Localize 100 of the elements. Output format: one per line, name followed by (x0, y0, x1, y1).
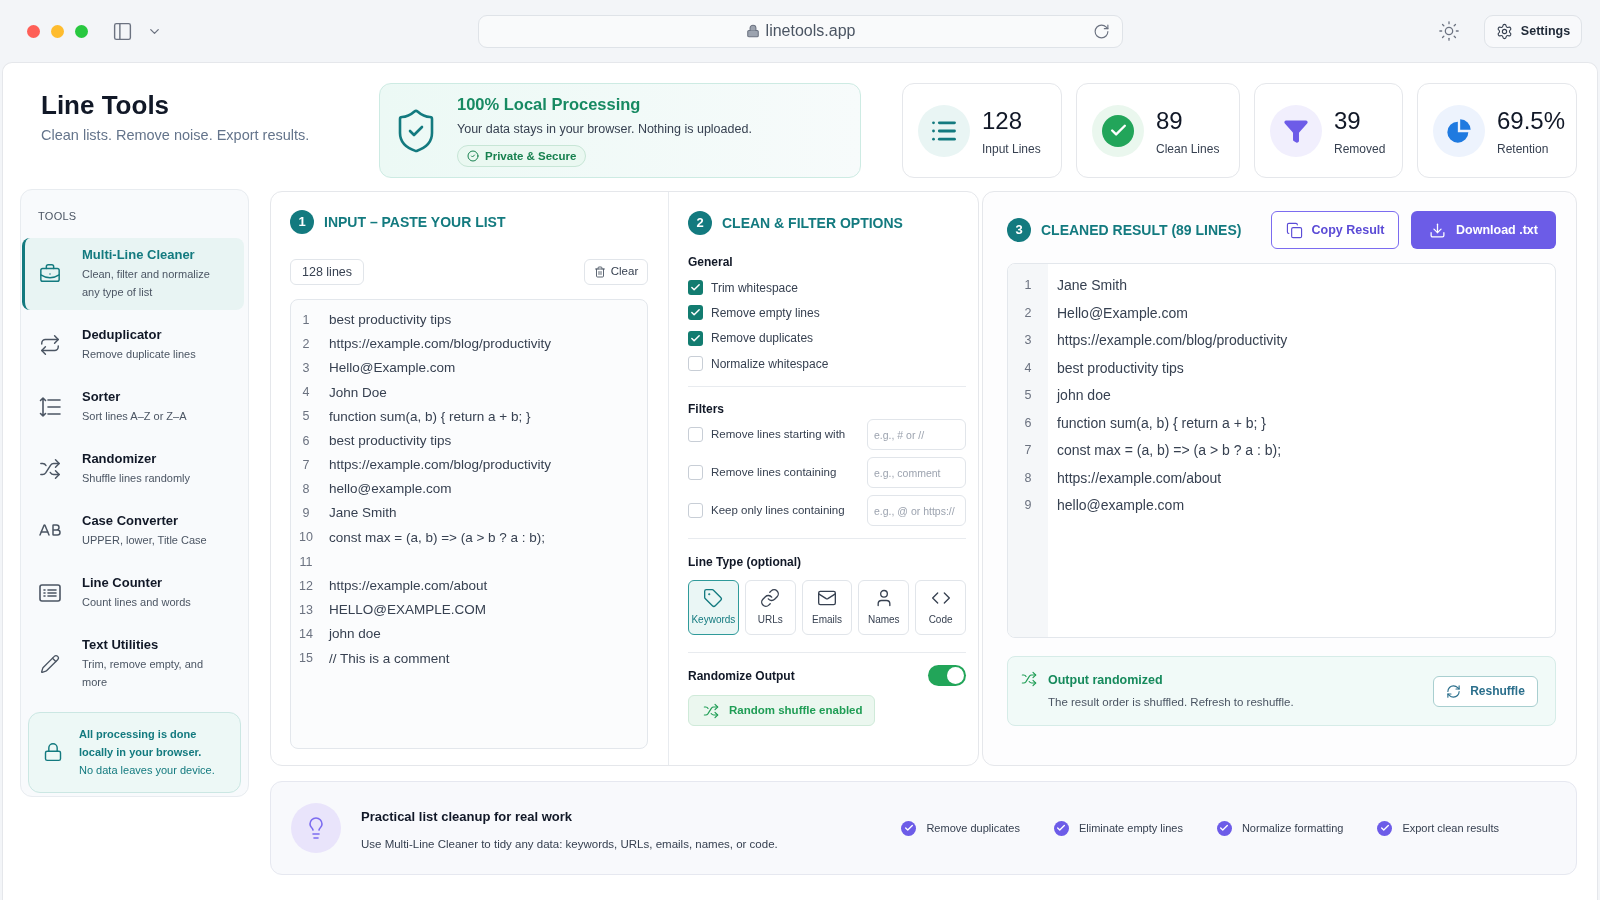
feature-text: Eliminate empty lines (1078, 820, 1183, 836)
section-heading: General (688, 254, 734, 271)
checkbox[interactable] (688, 465, 703, 481)
privacy-text: Your data stays in your browser. Nothing is uploaded. (457, 120, 752, 138)
line-number: 8 (1023, 469, 1033, 487)
stat-value: 128 (982, 106, 1024, 135)
step-number: 1 (290, 210, 314, 234)
sidebar-item[interactable]: Randomizer Shuffle lines randomly (22, 441, 244, 496)
tool-title: Line Counter (82, 574, 164, 591)
line-count: 128 lines (290, 259, 365, 285)
sidebar-item[interactable]: Multi-Line Cleaner Clean, filter and normalize any type of list (22, 237, 244, 310)
step-number: 3 (1007, 218, 1031, 242)
line-type-option[interactable]: Emails (801, 580, 853, 636)
check-icon (690, 332, 701, 344)
filter-input[interactable]: e.g., # or // (867, 419, 966, 451)
reshuffle-button[interactable]: Reshuffle (1433, 675, 1538, 707)
option-label: Normalize whitespace (711, 355, 829, 373)
privacy-title: 100% Local Processing (457, 93, 642, 115)
url-text: linetools.app (765, 21, 856, 41)
line-type-option[interactable]: Names (858, 580, 910, 636)
stat-label: Removed (1334, 140, 1386, 158)
feature-text: Normalize formatting (1241, 820, 1344, 836)
line-number: 1 (1023, 277, 1033, 295)
line-text: Jane Smith (329, 504, 397, 523)
line-text: https://example.com/blog/productivity (329, 335, 552, 354)
copy-icon (1285, 221, 1303, 239)
line-number: 1 (301, 311, 311, 329)
note-title: All processing is done locally in your browser. (79, 727, 203, 760)
list-card-icon (39, 583, 61, 602)
clear-button[interactable]: Clear (584, 259, 648, 285)
checkbox[interactable] (688, 356, 703, 372)
feature-text: Remove duplicates (926, 820, 1020, 836)
line-number: 5 (301, 408, 311, 426)
sidebar-item[interactable]: Sorter Sort lines A–Z or Z–A (22, 379, 244, 434)
line-number: 11 (298, 553, 314, 571)
download-button[interactable]: Download .txt (1411, 211, 1556, 249)
theme-toggle-icon[interactable] (1438, 20, 1460, 42)
line-text: https://example.com/blog/productivity (329, 456, 552, 475)
shuffle-icon (39, 457, 61, 480)
panel-title: CLEAN & FILTER OPTIONS (722, 213, 903, 233)
step-number: 2 (688, 211, 712, 235)
link-icon (760, 588, 781, 609)
line-text: Jane Smith (1057, 276, 1128, 296)
line-text: john doe (1057, 386, 1111, 406)
list-icon (918, 104, 970, 157)
sidebar-item[interactable]: Deduplicator Remove duplicate lines (22, 317, 244, 372)
toggle-switch[interactable] (928, 665, 966, 687)
lightbulb-icon (291, 803, 341, 853)
filter-input[interactable]: e.g., @ or https:// (867, 495, 966, 527)
line-number: 13 (298, 601, 314, 619)
sidebar-item[interactable]: Line Counter Count lines and words (22, 565, 244, 620)
tool-description: Clean, filter and normalize any type of list (82, 266, 211, 300)
checkbox[interactable] (688, 330, 703, 346)
stat-value: 39 (1334, 106, 1362, 135)
settings-button[interactable]: Settings (1484, 14, 1582, 48)
tool-description: Count lines and words (82, 594, 192, 610)
app-subtitle: Clean lists. Remove noise. Export results. (41, 126, 311, 145)
section-heading: Randomize Output (688, 667, 795, 685)
check-circle-icon (467, 150, 479, 163)
input-editor[interactable] (290, 299, 648, 749)
sidebar-item[interactable]: Case Converter UPPER, lower, Title Case (22, 503, 244, 558)
line-number: 5 (1023, 387, 1033, 405)
tool-title: Randomizer (82, 450, 158, 467)
trash-icon (593, 266, 606, 278)
line-number: 6 (1023, 414, 1033, 432)
tool-title: Multi-Line Cleaner (82, 246, 196, 263)
stat-label: Clean Lines (1156, 140, 1220, 158)
option-label: Trim whitespace (711, 279, 798, 297)
line-type-option[interactable]: URLs (744, 580, 796, 636)
status-text: Random shuffle enabled (729, 703, 863, 719)
line-number: 8 (301, 481, 311, 499)
line-number: 9 (301, 505, 311, 523)
reload-icon[interactable] (1093, 22, 1110, 40)
close-window-icon[interactable] (27, 24, 40, 38)
section-heading: Filters (688, 401, 725, 419)
line-number: 3 (1023, 332, 1033, 350)
checkbox[interactable] (688, 503, 703, 519)
checkbox[interactable] (688, 427, 703, 443)
line-type-option[interactable]: Keywords (688, 580, 739, 636)
panel-title: INPUT – PASTE YOUR LIST (324, 212, 506, 232)
sidebar-toggle-icon[interactable] (112, 20, 133, 42)
stat-value: 89 (1156, 106, 1184, 135)
filter-input[interactable]: e.g., comment (867, 457, 966, 489)
download-icon (1429, 221, 1446, 239)
line-text: hello@example.com (1057, 496, 1185, 516)
line-text: john doe (329, 625, 381, 644)
stat-label: Retention (1497, 140, 1550, 158)
line-number: 6 (301, 432, 311, 450)
sidebar-item[interactable]: Text Utilities Trim, remove empty, and more (22, 627, 244, 700)
banner-text: Use Multi-Line Cleaner to tidy any data: keywords, URLs, emails, names, or code. (361, 837, 778, 853)
line-type-option[interactable]: Code (915, 580, 966, 636)
badge-text: Private & Secure (485, 148, 577, 164)
address-bar[interactable]: linetools.app (478, 14, 1123, 48)
checkbox[interactable] (688, 305, 703, 321)
line-text: best productivity tips (329, 310, 452, 329)
line-text: https://example.com/about (1057, 468, 1222, 488)
tool-description: UPPER, lower, Title Case (82, 532, 208, 548)
checkbox[interactable] (688, 280, 703, 296)
line-text: https://example.com/blog/productivity (1057, 331, 1288, 351)
copy-button[interactable]: Copy Result (1271, 211, 1399, 249)
